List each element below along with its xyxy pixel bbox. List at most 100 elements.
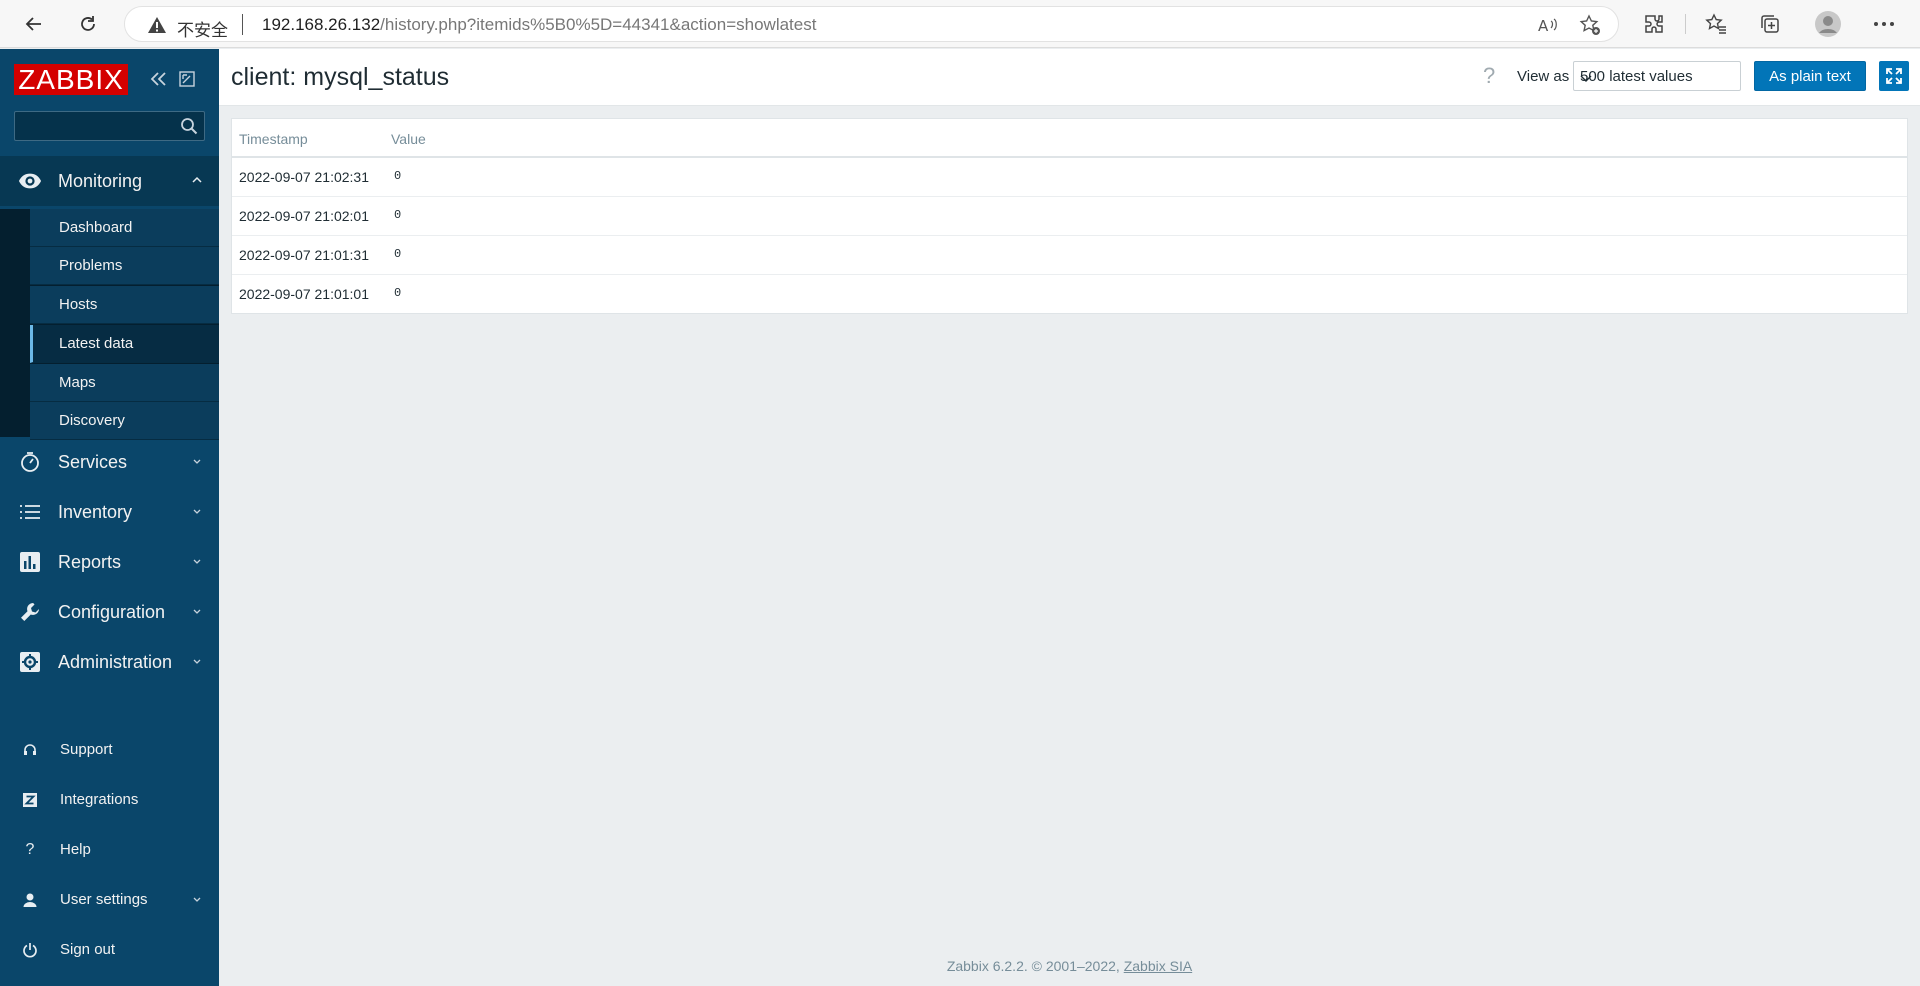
fullscreen-button[interactable] — [1879, 61, 1909, 91]
menu-user-settings-label: User settings — [60, 891, 148, 908]
table-row: 2022-09-07 21:01:31 0 — [232, 236, 1907, 275]
list-icon — [18, 501, 42, 523]
services-icon — [18, 451, 42, 473]
sidebar-search — [14, 111, 205, 141]
chevron-down-icon — [192, 654, 202, 668]
chevron-down-icon — [192, 554, 202, 568]
menu-support[interactable]: Support — [0, 726, 219, 774]
extensions-icon[interactable] — [1638, 8, 1670, 40]
menu-inventory-label: Inventory — [58, 502, 133, 522]
page-header: client: mysql_status ? View as 500 lates… — [219, 49, 1920, 106]
as-plain-text-button[interactable]: As plain text — [1754, 61, 1866, 91]
menu-integrations[interactable]: Integrations — [0, 776, 219, 824]
submenu-item-label: Latest data — [59, 335, 134, 352]
menu-monitoring[interactable]: Monitoring — [0, 156, 219, 206]
submenu-item-label: Discovery — [59, 412, 125, 429]
bar-chart-icon — [18, 551, 42, 573]
svg-text:A: A — [1538, 17, 1549, 34]
submenu-item-maps[interactable]: Maps — [30, 364, 219, 402]
submenu-item-dashboard[interactable]: Dashboard — [30, 209, 219, 247]
chevron-down-icon — [192, 892, 202, 906]
menu-help-label: Help — [60, 841, 91, 858]
menu-integrations-label: Integrations — [60, 791, 139, 808]
table-row: 2022-09-07 21:01:01 0 — [232, 275, 1907, 314]
menu-user-settings[interactable]: User settings — [0, 876, 219, 924]
headset-icon — [20, 740, 40, 760]
menu-reports-label: Reports — [58, 552, 122, 572]
table-header: Timestamp Value — [232, 119, 1907, 158]
zabbix-logo[interactable]: ZABBIX — [14, 64, 128, 95]
url-path: /history.php?itemids%5B0%5D=44341&action… — [380, 15, 817, 34]
user-icon — [20, 890, 40, 910]
cell-timestamp: 2022-09-07 21:01:01 — [239, 286, 369, 302]
menu-administration-label: Administration — [58, 652, 173, 672]
cell-timestamp: 2022-09-07 21:02:31 — [239, 169, 369, 185]
toolbar-separator — [1685, 14, 1686, 34]
kiosk-mode-icon[interactable] — [176, 67, 198, 91]
view-as-label: View as — [1517, 68, 1570, 85]
menu-reports[interactable]: Reports — [0, 537, 219, 587]
cell-value: 0 — [394, 169, 402, 183]
history-table: Timestamp Value 2022-09-07 21:02:31 0 20… — [231, 118, 1908, 314]
chevron-down-icon — [192, 504, 202, 518]
chevron-down-icon — [1580, 70, 1732, 87]
gear-icon — [18, 651, 42, 673]
submenu-item-label: Hosts — [59, 296, 98, 313]
menu-administration[interactable]: Administration — [0, 637, 219, 687]
cell-timestamp: 2022-09-07 21:01:31 — [239, 247, 369, 263]
chevron-down-icon — [192, 454, 202, 468]
question-icon: ? — [25, 841, 35, 858]
submenu-item-label: Maps — [59, 374, 96, 391]
menu-help[interactable]: ? Help — [0, 826, 219, 874]
favorites-icon[interactable] — [1700, 8, 1732, 40]
table-row: 2022-09-07 21:02:01 0 — [232, 197, 1907, 236]
submenu-item-discovery[interactable]: Discovery — [30, 402, 219, 440]
menu-configuration[interactable]: Configuration — [0, 587, 219, 637]
cell-value: 0 — [394, 247, 402, 261]
more-icon[interactable] — [1868, 8, 1900, 40]
menu-services-label: Services — [58, 452, 128, 472]
menu-sign-out[interactable]: Sign out — [0, 926, 219, 974]
submenu-item-hosts[interactable]: Hosts — [30, 286, 219, 324]
menu-support-label: Support — [60, 741, 113, 758]
collections-icon[interactable] — [1754, 8, 1786, 40]
url-text[interactable]: 192.168.26.132/history.php?itemids%5B0%5… — [262, 15, 816, 35]
menu-sign-out-label: Sign out — [60, 941, 116, 958]
wrench-icon — [18, 601, 42, 623]
back-icon[interactable] — [18, 8, 50, 40]
address-separator — [242, 14, 243, 35]
collapse-sidebar-icon[interactable] — [148, 67, 170, 91]
menu-monitoring-label: Monitoring — [58, 171, 143, 191]
profile-avatar[interactable] — [1812, 8, 1844, 40]
url-host: 192.168.26.132 — [262, 15, 381, 34]
fullscreen-icon — [1886, 68, 1902, 84]
menu-inventory[interactable]: Inventory — [0, 487, 219, 537]
footer-link[interactable]: Zabbix SIA — [1124, 958, 1192, 974]
column-header-value[interactable]: Value — [391, 131, 426, 147]
monitoring-submenu: Dashboard Problems Hosts Latest data Map… — [0, 209, 219, 440]
cell-value: 0 — [394, 286, 402, 300]
help-icon[interactable]: ? — [1483, 63, 1495, 89]
chevron-down-icon — [192, 604, 202, 618]
submenu-item-label: Dashboard — [59, 219, 133, 236]
submenu-item-problems[interactable]: Problems — [30, 247, 219, 285]
browser-toolbar: 不安全 192.168.26.132/history.php?itemids%5… — [0, 0, 1920, 48]
insecure-label: 不安全 — [177, 21, 228, 41]
address-bar[interactable]: 不安全 192.168.26.132/history.php?itemids%5… — [124, 6, 1619, 42]
table-row: 2022-09-07 21:02:31 0 — [232, 158, 1907, 197]
submenu-item-latest-data[interactable]: Latest data — [30, 325, 219, 363]
view-as-select[interactable]: 500 latest values — [1573, 61, 1741, 91]
menu-services[interactable]: Services — [0, 437, 219, 487]
sidebar: ZABBIX Monitoring Dashboard Problems Hos… — [0, 49, 219, 986]
search-icon[interactable] — [180, 117, 198, 140]
footer-text: Zabbix 6.2.2. © 2001–2022, — [946, 958, 1124, 974]
search-input[interactable] — [15, 112, 175, 140]
cell-timestamp: 2022-09-07 21:02:01 — [239, 208, 369, 224]
power-icon — [20, 940, 40, 960]
zabbix-z-icon — [20, 790, 40, 810]
refresh-icon[interactable] — [72, 8, 104, 40]
column-header-timestamp[interactable]: Timestamp — [239, 131, 308, 147]
read-aloud-icon[interactable]: A — [1537, 14, 1559, 36]
favorite-add-icon[interactable] — [1579, 14, 1601, 36]
warning-icon — [147, 16, 167, 39]
